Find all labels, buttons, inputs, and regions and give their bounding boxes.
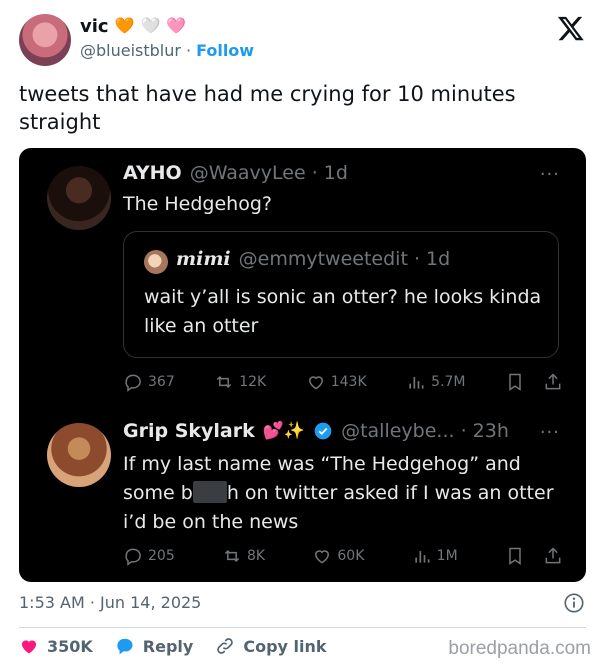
orange-heart-emoji: 🧡 — [114, 16, 135, 35]
post1-text: The Hedgehog? — [123, 193, 272, 215]
quote-text: wait y’all is sonic an otter? he looks k… — [144, 286, 542, 337]
like-button[interactable]: 350K — [19, 636, 93, 656]
post1-repost: 12K — [214, 372, 266, 392]
post2-reply: 205 — [123, 546, 175, 566]
post2-header: Grip Skylark 💕✨ @talleybe... · 23h — [123, 420, 509, 442]
post1-more-icon: ··· — [539, 164, 560, 185]
censor-block — [192, 481, 227, 503]
author-name-row: vic 🧡 🤍 🩷 — [80, 14, 186, 38]
post2-handle: @talleybe... · 23h — [341, 420, 509, 442]
post2-repost: 8K — [222, 546, 265, 566]
post1-like: 143K — [306, 372, 367, 392]
reply-label: Reply — [142, 636, 194, 656]
post2-repost-count: 8K — [247, 548, 266, 564]
post2-more-icon: ··· — [539, 422, 560, 443]
post1-reply-count: 367 — [148, 374, 175, 390]
footer-divider — [19, 627, 586, 628]
like-count: 350K — [47, 636, 93, 656]
post1-like-count: 143K — [330, 374, 367, 390]
post1-reply: 367 — [123, 372, 175, 392]
heart-filled-icon — [21, 640, 37, 654]
post1-header: AYHO @WaavyLee · 1d — [123, 162, 348, 184]
post1-views: 5.7M — [406, 372, 465, 392]
views-chart-icon — [409, 377, 424, 389]
post2-name: Grip Skylark — [123, 420, 255, 442]
author-avatar[interactable] — [19, 14, 71, 66]
x-logo-icon[interactable] — [557, 14, 585, 42]
copy-link-label: Copy link — [243, 636, 327, 656]
post1-actions: 367 12K 143K 5.7M — [123, 370, 563, 394]
repost-icon — [217, 375, 232, 389]
quote-header: mimi @emmytweetedit · 1d — [176, 248, 450, 270]
quote-avatar — [144, 250, 168, 274]
quote-handle: @emmytweetedit · 1d — [238, 248, 451, 270]
post2-reply-count: 205 — [148, 548, 175, 564]
white-heart-emoji: 🤍 — [140, 16, 161, 35]
tweet-timestamp[interactable]: 1:53 AM · Jun 14, 2025 — [19, 593, 201, 612]
follow-button[interactable]: Follow — [196, 41, 254, 60]
post1-extra-actions — [505, 372, 563, 392]
quoted-tweet: mimi @emmytweetedit · 1d wait y’all is s… — [123, 231, 559, 358]
copy-link-button[interactable]: Copy link — [215, 636, 327, 656]
author-name[interactable]: vic — [80, 16, 109, 37]
views-chart-icon — [415, 551, 430, 563]
post2-like-count: 60K — [337, 548, 365, 564]
post1-repost-count: 12K — [239, 374, 267, 390]
boredpanda-watermark: boredpanda.com — [448, 638, 591, 659]
share-icon — [545, 547, 561, 564]
heart-icon — [315, 550, 330, 564]
post1-view-count: 5.7M — [431, 374, 466, 390]
tweet-text: tweets that have had me crying for 10 mi… — [19, 82, 516, 134]
repost-icon — [224, 549, 240, 563]
post2-extra-actions — [505, 546, 563, 566]
heart-icon — [308, 376, 323, 390]
reply-bubble-icon — [117, 638, 133, 655]
post2-like: 60K — [312, 546, 364, 566]
share-icon — [545, 373, 561, 390]
bookmark-icon — [509, 373, 521, 391]
footer-actions: 350K Reply Copy link — [19, 636, 327, 656]
info-icon[interactable] — [563, 592, 585, 614]
post2-view-count: 1M — [436, 548, 458, 564]
post2-avatar — [47, 423, 111, 487]
embedded-screenshot: AYHO @WaavyLee · 1d ··· The Hedgehog? mi… — [19, 148, 586, 582]
author-handle-row: @blueistblur · Follow — [80, 41, 254, 60]
post1-name: AYHO — [123, 162, 182, 184]
reply-icon — [125, 548, 141, 566]
reply-button[interactable]: Reply — [115, 636, 194, 656]
handle-separator: · — [185, 41, 192, 60]
author-handle[interactable]: @blueistblur — [80, 41, 181, 60]
post1-avatar — [47, 166, 111, 230]
quote-name: mimi — [176, 248, 231, 270]
bookmark-icon — [509, 547, 521, 565]
pink-heart-emoji: 🩷 — [166, 16, 187, 35]
post1-handle: @WaavyLee · 1d — [189, 162, 348, 184]
post2-actions: 205 8K 60K 1M — [123, 544, 563, 568]
verified-badge-icon — [314, 422, 332, 440]
post2-emoji: 💕✨ — [262, 421, 306, 441]
reply-icon — [125, 374, 141, 392]
link-icon — [217, 638, 234, 654]
post2-text: If my last name was “The Hedgehog” and s… — [123, 450, 563, 537]
post2-views: 1M — [412, 546, 458, 566]
